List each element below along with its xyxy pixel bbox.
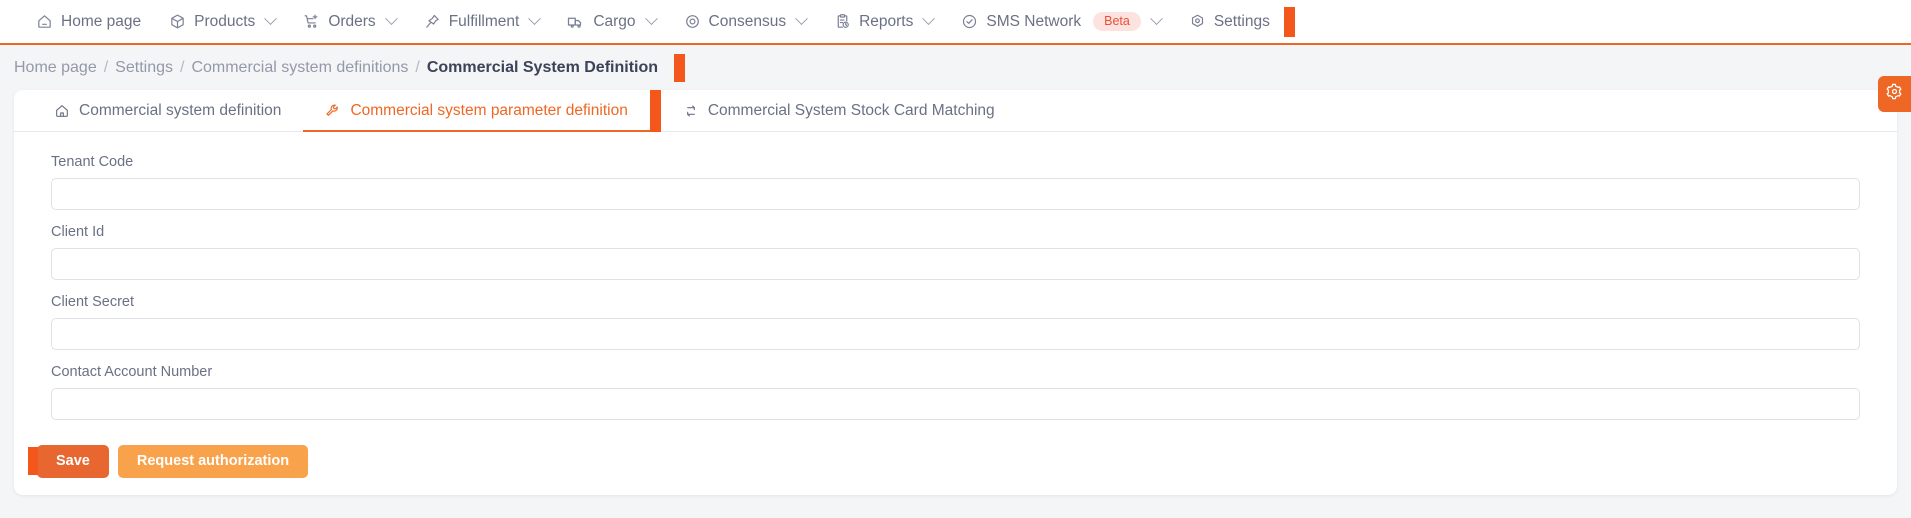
field-contact-account-number: Contact Account Number (51, 364, 1860, 420)
nav-item-consensus[interactable]: Consensus (670, 0, 821, 44)
nav-label: Products (194, 12, 256, 30)
beta-badge: Beta (1093, 11, 1141, 32)
parameter-definition-form: Tenant Code Client Id Client Secret Cont… (14, 132, 1897, 420)
nav-item-cargo[interactable]: Cargo (553, 0, 669, 44)
chevron-down-icon (264, 12, 278, 26)
settings-fab-button[interactable] (1878, 76, 1911, 112)
breadcrumb-item-current: Commercial System Definition (426, 58, 659, 76)
nav-item-home-page[interactable]: Home page (22, 0, 155, 44)
breadcrumb: Home page / Settings / Commercial system… (0, 45, 1911, 90)
chevron-down-icon (795, 12, 808, 26)
swap-icon (683, 103, 699, 119)
field-label: Tenant Code (51, 154, 134, 170)
request-authorization-button[interactable]: Request authorization (117, 445, 309, 478)
nav-item-orders[interactable]: Orders (289, 0, 409, 44)
client-id-input[interactable] (51, 248, 1860, 280)
nav-item-settings[interactable]: Settings (1175, 0, 1284, 44)
nav-label: Reports (859, 12, 914, 30)
field-label: Contact Account Number (51, 364, 213, 380)
breadcrumb-separator: / (415, 58, 420, 76)
gear-icon (1886, 83, 1903, 105)
tab-commercial-system-definition[interactable]: Commercial system definition (32, 90, 303, 131)
breadcrumb-item-settings[interactable]: Settings (115, 59, 173, 77)
text-cursor-marker-nav (1283, 6, 1295, 37)
tab-label: Commercial system parameter definition (350, 101, 628, 119)
clipboard-clock-icon (834, 13, 851, 30)
breadcrumb-item-home-page[interactable]: Home page (14, 59, 97, 77)
field-label: Client Secret (51, 294, 135, 310)
nav-label: Consensus (708, 12, 787, 30)
form-actions: Save Request authorization (14, 434, 1897, 478)
top-navigation-bar: Home page Products Orders Fulfillment Ca… (0, 0, 1911, 45)
truck-icon (567, 13, 585, 31)
box-icon (169, 13, 186, 30)
nav-item-sms-network[interactable]: SMS Network Beta (947, 0, 1174, 44)
field-tenant-code: Tenant Code (51, 154, 1860, 210)
field-client-secret: Client Secret (51, 294, 1860, 350)
nav-item-products[interactable]: Products (155, 0, 289, 44)
chevron-down-icon (1149, 12, 1163, 26)
wrench-icon (325, 103, 341, 119)
tab-label: Commercial system definition (79, 101, 282, 119)
field-client-id: Client Id (51, 224, 1860, 280)
tab-label: Commercial System Stock Card Matching (707, 101, 995, 119)
breadcrumb-separator: / (179, 58, 185, 76)
contact-account-number-input[interactable] (51, 388, 1860, 420)
chevron-down-icon (384, 12, 398, 26)
text-cursor-marker-tabs (649, 90, 661, 132)
nav-label: SMS Network (986, 12, 1082, 30)
tab-commercial-system-parameter-definition[interactable]: Commercial system parameter definition (303, 90, 651, 132)
nav-item-reports[interactable]: Reports (820, 0, 947, 44)
breadcrumb-separator: / (103, 58, 109, 76)
nav-label: Orders (328, 12, 376, 30)
tenant-code-input[interactable] (51, 178, 1860, 210)
text-cursor-marker-actions (28, 447, 38, 475)
chevron-down-icon (922, 12, 936, 26)
pin-icon (424, 13, 441, 30)
main-content-card: Commercial system definition Commercial … (14, 76, 1911, 495)
nav-label: Cargo (593, 12, 636, 30)
breadcrumb-item-commercial-system-definitions[interactable]: Commercial system definitions (191, 59, 408, 77)
save-button[interactable]: Save (37, 445, 109, 478)
chevron-down-icon (644, 12, 658, 26)
cart-plus-icon (303, 13, 320, 30)
home-icon (36, 13, 53, 30)
hex-gear-icon (1189, 13, 1206, 30)
field-label: Client Id (51, 224, 105, 240)
target-icon (684, 13, 701, 30)
home-outline-icon (54, 103, 70, 119)
tab-bar: Commercial system definition Commercial … (14, 90, 1897, 132)
tab-commercial-system-stock-card-matching[interactable]: Commercial System Stock Card Matching (661, 90, 1017, 131)
client-secret-input[interactable] (51, 318, 1860, 350)
text-cursor-marker-breadcrumb (674, 53, 686, 82)
check-circle-icon (961, 13, 978, 30)
chevron-down-icon (528, 12, 542, 26)
nav-label: Fulfillment (448, 12, 520, 30)
nav-label: Home page (61, 12, 142, 30)
nav-item-fulfillment[interactable]: Fulfillment (410, 0, 554, 44)
nav-label: Settings (1213, 12, 1270, 30)
